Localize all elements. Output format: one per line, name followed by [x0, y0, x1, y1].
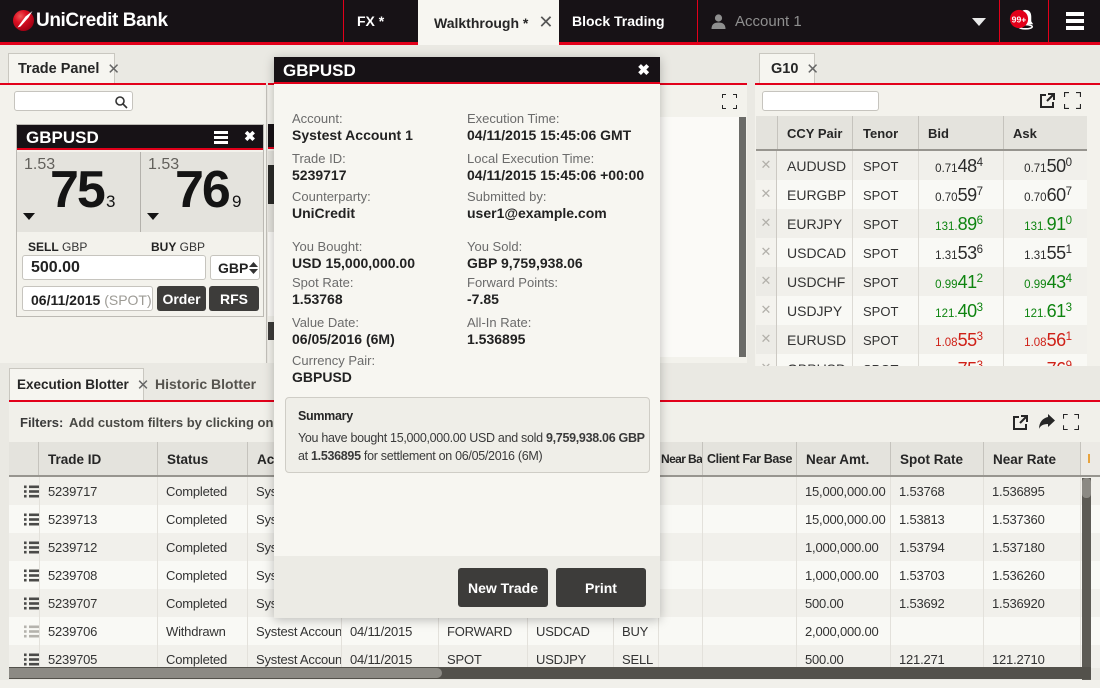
svg-text:99+: 99+	[1012, 14, 1027, 24]
